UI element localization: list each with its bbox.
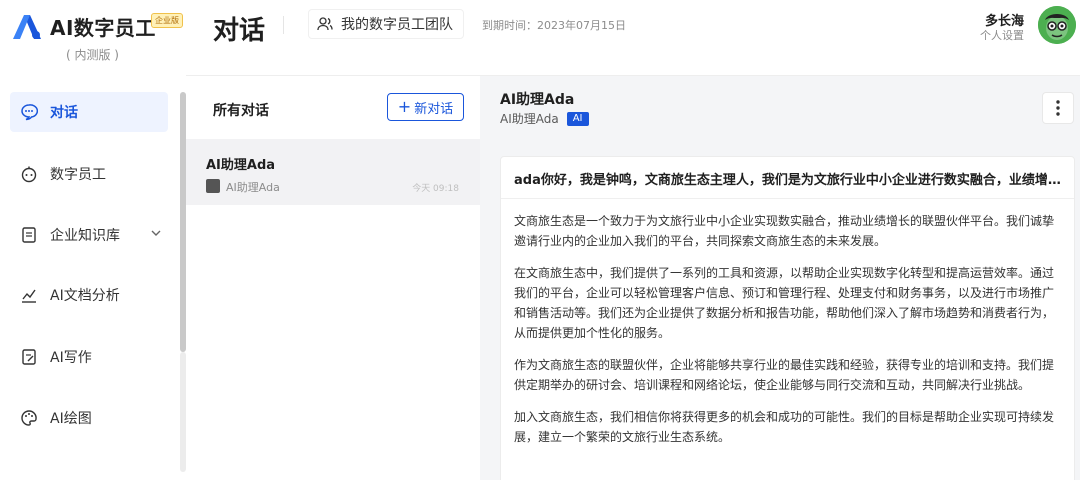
more-options-button[interactable] xyxy=(1042,92,1074,124)
message-body: 文商旅生态是一个致力于为文旅行业中小企业实现数实融合，推动业绩增长的联盟伙伴平台… xyxy=(514,211,1059,459)
chevron-down-icon xyxy=(150,227,162,243)
more-vertical-icon xyxy=(1056,100,1060,116)
avatar[interactable] xyxy=(1038,6,1076,44)
edit-note-icon xyxy=(18,346,40,368)
message-prompt: ada你好，我是钟鸣，文商旅生态主理人，我们是为文旅行业中小企业进行数实融合，业… xyxy=(501,157,1074,199)
sidebar-item-label: AI写作 xyxy=(50,350,92,366)
message-paragraph: 加入文商旅生态，我们相信你将获得更多的机会和成功的可能性。我们的目标是帮助企业实… xyxy=(514,410,1055,444)
sidebar-item-label: 企业知识库 xyxy=(50,228,120,244)
my-team-button[interactable]: 我的数字员工团队 xyxy=(308,9,464,39)
sidebar: 对话 数字员工 企业知识库 AI文档分析 AI写作 AI绘图 xyxy=(0,75,186,480)
my-team-label: 我的数字员工团队 xyxy=(341,17,453,33)
sidebar-item-label: 数字员工 xyxy=(50,167,106,183)
sidebar-item-label: AI文档分析 xyxy=(50,288,120,304)
sidebar-item-doc-analysis[interactable]: AI文档分析 xyxy=(10,275,168,315)
message-paragraph: 作为文商旅生态的联盟伙伴，企业将能够共享行业的最佳实践和经验，获得专业的培训和支… xyxy=(514,358,1055,392)
page-title: 对话 xyxy=(213,16,266,46)
user-settings-link[interactable]: 个人设置 xyxy=(980,27,1024,43)
conversation-list-title: 所有对话 xyxy=(213,103,269,119)
edition-badge: 企业版 xyxy=(151,13,183,28)
new-chat-button[interactable]: + 新对话 xyxy=(387,93,464,121)
top-header: 对话 我的数字员工团队 到期时间：2023年07月15日 多长海 个人设置 xyxy=(186,0,1080,75)
brand-subtitle: ( 内测版 ) xyxy=(66,48,119,62)
robot-icon xyxy=(18,163,40,185)
expire-date: 到期时间：2023年07月15日 xyxy=(482,19,626,32)
ai-tag: AI xyxy=(566,111,589,126)
sidebar-item-label: AI绘图 xyxy=(50,411,92,427)
chat-area: AI助理Ada AI助理Ada AI ada你好，我是钟鸣，文商旅生态主理人，我… xyxy=(480,75,1080,480)
chat-bubble-icon xyxy=(18,101,40,123)
assistant-thumbnail-icon xyxy=(206,179,220,193)
conversation-subtitle: AI助理Ada xyxy=(226,181,280,194)
conversation-title: AI助理Ada xyxy=(206,158,276,173)
chart-line-icon xyxy=(18,284,40,306)
message-paragraph: 文商旅生态是一个致力于为文旅行业中小企业实现数实融合，推动业绩增长的联盟伙伴平台… xyxy=(514,214,1055,248)
conversation-item[interactable]: AI助理Ada AI助理Ada 今天 09:18 xyxy=(186,139,480,205)
chat-subtitle: AI助理Ada xyxy=(500,112,559,126)
team-icon xyxy=(317,16,333,32)
sidebar-item-label: 对话 xyxy=(50,105,78,121)
sidebar-item-digital-staff[interactable]: 数字员工 xyxy=(10,154,168,194)
brand-area: AI数字员工 企业版 ( 内测版 ) xyxy=(0,0,186,75)
conversation-list-panel: 所有对话 + 新对话 AI助理Ada AI助理Ada 今天 09:18 xyxy=(186,75,480,480)
header-divider xyxy=(283,16,284,34)
sidebar-item-chat[interactable]: 对话 xyxy=(10,92,168,132)
conversation-time: 今天 09:18 xyxy=(412,184,459,194)
sidebar-item-ai-drawing[interactable]: AI绘图 xyxy=(10,398,168,438)
new-chat-label: 新对话 xyxy=(414,101,454,117)
sidebar-item-knowledge-base[interactable]: 企业知识库 xyxy=(10,215,168,255)
palette-icon xyxy=(18,407,40,429)
document-icon xyxy=(18,224,40,246)
brand-title: AI数字员工 xyxy=(50,16,156,40)
message-paragraph: 在文商旅生态中，我们提供了一系列的工具和资源，以帮助企业实现数字化转型和提高运营… xyxy=(514,266,1055,340)
brand-logo-icon xyxy=(13,15,41,39)
sidebar-item-ai-writing[interactable]: AI写作 xyxy=(10,337,168,377)
chat-subtitle-row: AI助理Ada AI xyxy=(500,110,589,127)
plus-icon: + xyxy=(397,97,412,116)
message-card: ada你好，我是钟鸣，文商旅生态主理人，我们是为文旅行业中小企业进行数实融合，业… xyxy=(500,156,1075,480)
chat-title: AI助理Ada xyxy=(500,92,575,108)
